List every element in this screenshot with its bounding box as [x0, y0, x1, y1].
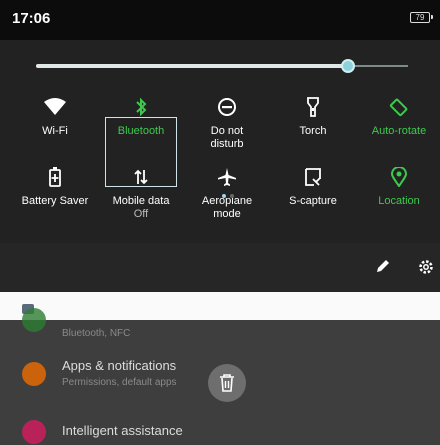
battery-icon: 79 [410, 12, 433, 23]
tile-sublabel: mode [213, 208, 241, 220]
aeroplane-icon [190, 166, 264, 188]
tile-label: Location [378, 195, 420, 207]
wifi-icon [18, 96, 92, 118]
connected-devices-icon [22, 308, 46, 332]
notification-strip[interactable] [0, 292, 440, 320]
tile-do-not-disturb[interactable]: Do not disturb [190, 96, 264, 151]
tile-battery-saver[interactable]: Battery Saver [18, 166, 92, 208]
tile-torch[interactable]: Torch [276, 96, 350, 138]
tile-wifi[interactable]: Wi-Fi [18, 96, 92, 138]
page-dot [230, 194, 234, 198]
status-bar: 17:06 79 [0, 0, 440, 40]
settings-row-title[interactable]: Apps & notifications [62, 358, 176, 373]
mobile-data-icon [104, 166, 178, 188]
battery-saver-icon [18, 166, 92, 188]
tile-label: Auto-rotate [371, 125, 427, 137]
tile-mobile-data[interactable]: Mobile data Off [104, 166, 178, 221]
bluetooth-icon [104, 96, 178, 118]
tile-label: Battery Saver [21, 195, 89, 207]
do-not-disturb-icon [190, 96, 264, 118]
settings-row-title[interactable]: Intelligent assistance [62, 423, 183, 438]
location-icon [362, 166, 436, 188]
intelligent-assistance-icon [22, 420, 46, 444]
settings-row-subtitle: Permissions, default apps [62, 377, 177, 388]
quick-settings-action-bar [0, 243, 440, 292]
tile-sublabel: disturb [210, 138, 244, 150]
tile-s-capture[interactable]: S-capture [276, 166, 350, 208]
status-time: 17:06 [12, 10, 51, 27]
tile-label: Do not [210, 125, 244, 137]
settings-icon[interactable] [418, 259, 434, 280]
tile-label: Mobile data [112, 195, 170, 207]
torch-icon [276, 96, 350, 118]
auto-rotate-icon [362, 96, 436, 118]
tile-label: S-capture [289, 195, 337, 207]
tile-sublabel: Off [133, 208, 149, 220]
trash-icon[interactable] [208, 364, 246, 402]
settings-row-subtitle: Bluetooth, NFC [62, 328, 131, 339]
tile-label: Torch [299, 125, 327, 137]
tile-location[interactable]: Location [362, 166, 436, 208]
brightness-fill [36, 64, 349, 68]
edit-icon[interactable] [375, 258, 391, 279]
s-capture-icon [276, 166, 350, 188]
page-dot [222, 194, 226, 198]
tile-label: Wi-Fi [42, 125, 68, 137]
apps-notifications-icon [22, 362, 46, 386]
page-indicator [222, 194, 234, 198]
brightness-slider-thumb[interactable] [341, 59, 356, 73]
tile-auto-rotate[interactable]: Auto-rotate [362, 96, 436, 138]
